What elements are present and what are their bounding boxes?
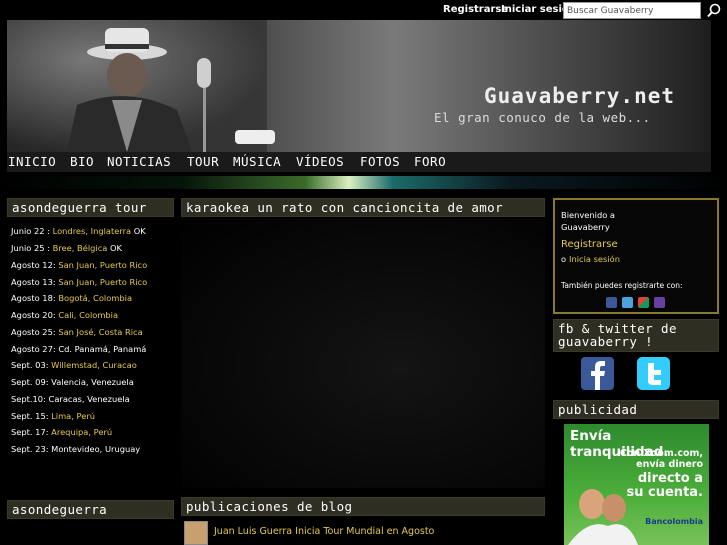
nav-item-bio[interactable]: BIO [70, 154, 94, 169]
search-input[interactable]: Buscar Guavaberry [563, 2, 701, 19]
tour-date: Junio 25 : [11, 243, 50, 253]
tour-date: Agosto 12: [11, 260, 56, 270]
tour-place-link[interactable]: San Juan, Puerto Rico [58, 277, 147, 287]
tour-place: Montevideo, Uruguay [51, 444, 141, 454]
tour-date: Sept. 03: [11, 360, 49, 370]
tour-note: OK [110, 243, 122, 253]
main-nav: INICIO BIO NOTICIAS TOUR MÚSICA VÍDEOS F… [7, 152, 711, 172]
tour-row: Junio 25 : Bree, Bélgica OK [11, 243, 122, 253]
tour-place-link[interactable]: San Juan, Puerto Rico [58, 260, 147, 270]
tour-date: Sept.10: [11, 394, 46, 404]
tour-date: Agosto 18: [11, 293, 56, 303]
tour-place-link[interactable]: Cali, Colombia [58, 310, 118, 320]
tour-note: OK [133, 226, 146, 236]
social-box-title-line2: guavaberry ! [558, 334, 654, 349]
video-player[interactable] [181, 218, 545, 488]
tour-row: Sept. 17: Arequipa, Perú [11, 427, 112, 437]
tour-place-link[interactable]: Bree, Bélgica [53, 243, 108, 253]
decorative-stripe [0, 176, 727, 189]
tour-row: Sept.10: Caracas, Venezuela [11, 394, 130, 404]
nav-item-inicio[interactable]: INICIO [8, 154, 56, 169]
tour-place-link[interactable]: Lima, Perú [51, 411, 95, 421]
tour-place-link[interactable]: San José, Costa Rica [58, 327, 142, 337]
tour-place: Cd. Panamá, Panamá [58, 344, 147, 354]
blog-post-title[interactable]: Juan Luis Guerra Inicia Tour Mundial en … [214, 526, 434, 537]
nav-item-noticias[interactable]: NOTICIAS [107, 154, 171, 169]
ad-photo [568, 489, 638, 545]
advertisement-banner[interactable]: Envía tranquilidad. Con Xoom.com, envía … [564, 424, 709, 545]
facebook-icon[interactable] [606, 297, 617, 308]
tour-row: Sept. 09: Valencia, Venezuela [11, 377, 134, 387]
signin-login-link[interactable]: Inicia sesión [569, 254, 620, 264]
blog-post-item[interactable]: Juan Luis Guerra Inicia Tour Mundial en … [184, 521, 544, 545]
asondeguerra-box-title: asondeguerra [7, 500, 174, 519]
signin-or: o [561, 254, 567, 264]
tour-date: Sept. 17: [11, 427, 49, 437]
tour-row: Agosto 27: Cd. Panamá, Panamá [11, 344, 146, 354]
tour-date: Agosto 20: [11, 310, 56, 320]
tour-place: Caracas, Venezuela [48, 394, 130, 404]
tour-date: Agosto 13: [11, 277, 56, 287]
tour-row: Agosto 25: San José, Costa Rica [11, 327, 143, 337]
tour-date: Sept. 15: [11, 411, 49, 421]
ad-line-3: directo a [637, 471, 703, 486]
video-box-title: karaokea un rato con cancioncita de amor [181, 198, 545, 217]
tour-box-title: asondeguerra tour [7, 198, 174, 217]
tour-row: Sept. 15: Lima, Perú [11, 411, 95, 421]
facebook-large-icon[interactable] [581, 357, 614, 390]
nav-item-tour[interactable]: TOUR [187, 154, 219, 169]
tour-row: Agosto 12: San Juan, Puerto Rico [11, 260, 147, 270]
signin-register-link[interactable]: Registrarse [561, 239, 618, 250]
tour-date: Junio 22 : [11, 226, 50, 236]
yahoo-icon[interactable] [654, 297, 665, 308]
social-box-title: fb & twitter de guavaberry ! [553, 319, 719, 352]
twitter-large-icon[interactable] [637, 357, 670, 390]
tour-row: Sept. 03: Willemstad, Curacao [11, 360, 137, 370]
site-tagline: El gran conuco de la web... [434, 110, 651, 125]
ad-line-1: Con Xoom.com, [619, 448, 703, 459]
register-link[interactable]: Registrarse [443, 4, 508, 15]
publicidad-box-title: publicidad [553, 400, 719, 419]
ad-line-2: envía dinero [636, 459, 703, 470]
tour-date: Sept. 23: [11, 444, 49, 454]
top-bar: Registrarse Iniciar sesión Buscar Guavab… [0, 0, 727, 20]
site-title[interactable]: Guavaberry.net [484, 84, 675, 108]
tour-place: Valencia, Venezuela [51, 377, 134, 387]
tour-row: Agosto 13: San Juan, Puerto Rico [11, 277, 147, 287]
blog-thumbnail[interactable] [184, 521, 208, 545]
tour-row: Sept. 23: Montevideo, Uruguay [11, 444, 140, 454]
nav-item-videos[interactable]: VÍDEOS [296, 154, 344, 169]
ad-brand: Bancolombia [645, 517, 703, 526]
nav-item-fotos[interactable]: FOTOS [360, 154, 400, 169]
search-icon[interactable] [705, 2, 723, 19]
welcome-site: Guavaberry [561, 222, 610, 232]
welcome-text: Bienvenido a [561, 210, 616, 220]
tour-row: Agosto 18: Bogotá, Colombia [11, 293, 132, 303]
tour-row: Agosto 20: Cali, Colombia [11, 310, 118, 320]
signin-box: Bienvenido a Guavaberry Registrarse o In… [553, 198, 719, 314]
blog-box-title: publicaciones de blog [181, 497, 545, 516]
signin-also-text: También puedes registrarte con: [561, 281, 683, 290]
tour-place-link[interactable]: Londres, Inglaterra [53, 226, 132, 236]
tour-place-link[interactable]: Bogotá, Colombia [58, 293, 132, 303]
tour-date: Agosto 27: [11, 344, 56, 354]
tour-date: Agosto 25: [11, 327, 56, 337]
twitter-icon[interactable] [622, 297, 633, 308]
tour-row: Junio 22 : Londres, Inglaterra OK [11, 226, 146, 236]
header-banner: Guavaberry.net El gran conuco de la web.… [7, 20, 711, 152]
nav-item-musica[interactable]: MÚSICA [233, 154, 281, 169]
tour-place-link[interactable]: Arequipa, Perú [51, 427, 112, 437]
tour-date: Sept. 09: [11, 377, 49, 387]
tour-place-link[interactable]: Willemstad, Curacao [51, 360, 137, 370]
google-icon[interactable] [638, 297, 649, 308]
nav-item-foro[interactable]: FORO [414, 154, 446, 169]
